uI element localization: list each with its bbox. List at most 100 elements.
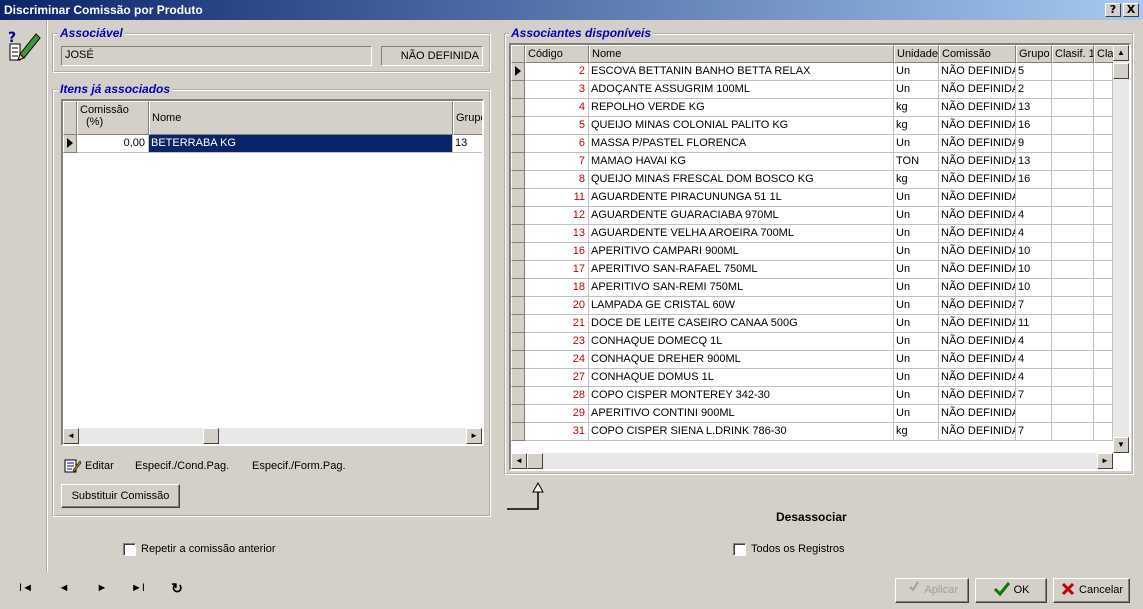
assoc-cell-codigo[interactable]: 4 [525,99,589,117]
assoc-cell-c2[interactable] [1094,99,1113,117]
assoc-cell-unidade[interactable]: kg [894,99,939,117]
assoc-cell-c1[interactable] [1052,153,1094,171]
itens-row-nome[interactable]: BETERRABA KG [149,135,453,153]
assoc-header-nome[interactable]: Nome [589,45,894,63]
assoc-cell-codigo[interactable]: 21 [525,315,589,333]
itens-hscrollbar[interactable]: ◄ ► [63,428,482,444]
assoc-cell-c1[interactable] [1052,171,1094,189]
assoc-cell-grupo[interactable]: 13 [1016,153,1052,171]
assoc-cell-unidade[interactable]: Un [894,63,939,81]
nav-next-button[interactable]: ► [94,582,110,594]
assoc-cell-c1[interactable] [1052,63,1094,81]
assoc-row-indicator[interactable] [511,297,525,315]
assoc-cell-comissao[interactable]: NÃO DEFINIDA [939,279,1016,297]
assoc-cell-c1[interactable] [1052,225,1094,243]
itens-header-grupo[interactable]: Grupo [453,101,482,135]
assoc-row-indicator[interactable] [511,63,525,81]
assoc-cell-comissao[interactable]: NÃO DEFINIDA [939,99,1016,117]
assoc-cell-unidade[interactable]: Un [894,351,939,369]
assoc-cell-comissao[interactable]: NÃO DEFINIDA [939,423,1016,441]
assoc-cell-c1[interactable] [1052,99,1094,117]
assoc-cell-nome[interactable]: CONHAQUE DOMUS 1L [589,369,894,387]
assoc-header-clasif1[interactable]: Clasif. 1 [1052,45,1094,63]
assoc-cell-grupo[interactable]: 10 [1016,243,1052,261]
assoc-cell-unidade[interactable]: Un [894,207,939,225]
assoc-cell-unidade[interactable]: Un [894,369,939,387]
assoc-cell-c1[interactable] [1052,423,1094,441]
assoc-cell-comissao[interactable]: NÃO DEFINIDA [939,81,1016,99]
assoc-cell-grupo[interactable]: 16 [1016,117,1052,135]
assoc-cell-c2[interactable] [1094,297,1113,315]
assoc-cell-nome[interactable]: LAMPADA GE CRISTAL 60W [589,297,894,315]
assoc-row-indicator[interactable] [511,189,525,207]
assoc-cell-nome[interactable]: QUEIJO MINAS COLONIAL PALITO KG [589,117,894,135]
assoc-cell-unidade[interactable]: kg [894,117,939,135]
assoc-cell-codigo[interactable]: 29 [525,405,589,423]
assoc-cell-c1[interactable] [1052,387,1094,405]
itens-row-indicator[interactable] [63,135,77,153]
assoc-cell-c1[interactable] [1052,189,1094,207]
cancelar-button[interactable]: Cancelar [1053,578,1130,603]
assoc-cell-comissao[interactable]: NÃO DEFINIDA [939,171,1016,189]
assoc-cell-c1[interactable] [1052,243,1094,261]
vscroll-thumb[interactable] [1113,63,1129,79]
assoc-cell-grupo[interactable]: 5 [1016,63,1052,81]
itens-row-grupo[interactable]: 13 [453,135,482,153]
assoc-cell-grupo[interactable]: 2 [1016,81,1052,99]
assoc-cell-nome[interactable]: DOCE DE LEITE CASEIRO CANAA 500G [589,315,894,333]
assoc-cell-c2[interactable] [1094,405,1113,423]
assoc-cell-grupo[interactable]: 7 [1016,387,1052,405]
assoc-cell-grupo[interactable]: 4 [1016,225,1052,243]
desassociar-arrow-icon[interactable] [505,480,545,512]
nav-first-button[interactable]: I◄ [18,582,34,594]
assoc-cell-unidade[interactable]: kg [894,171,939,189]
assoc-cell-comissao[interactable]: NÃO DEFINIDA [939,63,1016,81]
assoc-cell-grupo[interactable]: 7 [1016,423,1052,441]
especif-form-pag-button[interactable]: Especif./Form.Pag. [252,460,346,472]
assoc-cell-c1[interactable] [1052,315,1094,333]
assoc-cell-comissao[interactable]: NÃO DEFINIDA [939,153,1016,171]
assoc-cell-codigo[interactable]: 17 [525,261,589,279]
scroll-left-icon[interactable]: ◄ [511,453,527,469]
assoc-row-indicator[interactable] [511,261,525,279]
edit-icon[interactable] [64,458,82,474]
assoc-cell-nome[interactable]: APERITIVO CONTINI 900ML [589,405,894,423]
assoc-cell-nome[interactable]: REPOLHO VERDE KG [589,99,894,117]
desassociar-button[interactable]: Desassociar [776,510,847,524]
assoc-cell-unidade[interactable]: Un [894,315,939,333]
assoc-cell-nome[interactable]: QUEIJO MINAS FRESCAL DOM BOSCO KG [589,171,894,189]
assoc-cell-unidade[interactable]: Un [894,405,939,423]
assoc-cell-codigo[interactable]: 28 [525,387,589,405]
assoc-cell-c2[interactable] [1094,423,1113,441]
assoc-cell-c2[interactable] [1094,153,1113,171]
assoc-cell-c2[interactable] [1094,279,1113,297]
assoc-header-codigo[interactable]: Código [525,45,589,63]
aplicar-button[interactable]: Aplicar [895,578,969,603]
assoc-cell-codigo[interactable]: 12 [525,207,589,225]
assoc-cell-nome[interactable]: APERITIVO SAN-RAFAEL 750ML [589,261,894,279]
assoc-cell-c1[interactable] [1052,207,1094,225]
assoc-row-indicator[interactable] [511,207,525,225]
assoc-cell-c2[interactable] [1094,369,1113,387]
itens-row-comissao[interactable]: 0,00 [77,135,149,153]
assoc-cell-c1[interactable] [1052,81,1094,99]
assoc-cell-unidade[interactable]: Un [894,81,939,99]
assoc-vscrollbar[interactable]: ▲ ▼ [1113,45,1129,453]
scroll-right-icon[interactable]: ► [466,428,482,444]
assoc-cell-c1[interactable] [1052,405,1094,423]
close-button[interactable]: X [1123,3,1139,17]
itens-header-nome[interactable]: Nome [149,101,453,135]
assoc-cell-nome[interactable]: MAMAO HAVAI KG [589,153,894,171]
nav-prev-button[interactable]: ◄ [56,582,72,594]
scroll-right-icon[interactable]: ► [1097,453,1113,469]
assoc-cell-codigo[interactable]: 8 [525,171,589,189]
todos-label[interactable]: Todos os Registros [751,543,845,555]
assoc-cell-c2[interactable] [1094,225,1113,243]
assoc-cell-grupo[interactable]: 16 [1016,171,1052,189]
editar-button[interactable]: Editar [85,460,114,472]
assoc-cell-grupo[interactable]: 4 [1016,369,1052,387]
assoc-cell-comissao[interactable]: NÃO DEFINIDA [939,333,1016,351]
assoc-cell-comissao[interactable]: NÃO DEFINIDA [939,135,1016,153]
assoc-cell-nome[interactable]: APERITIVO CAMPARI 900ML [589,243,894,261]
nav-last-button[interactable]: ►I [130,582,146,594]
